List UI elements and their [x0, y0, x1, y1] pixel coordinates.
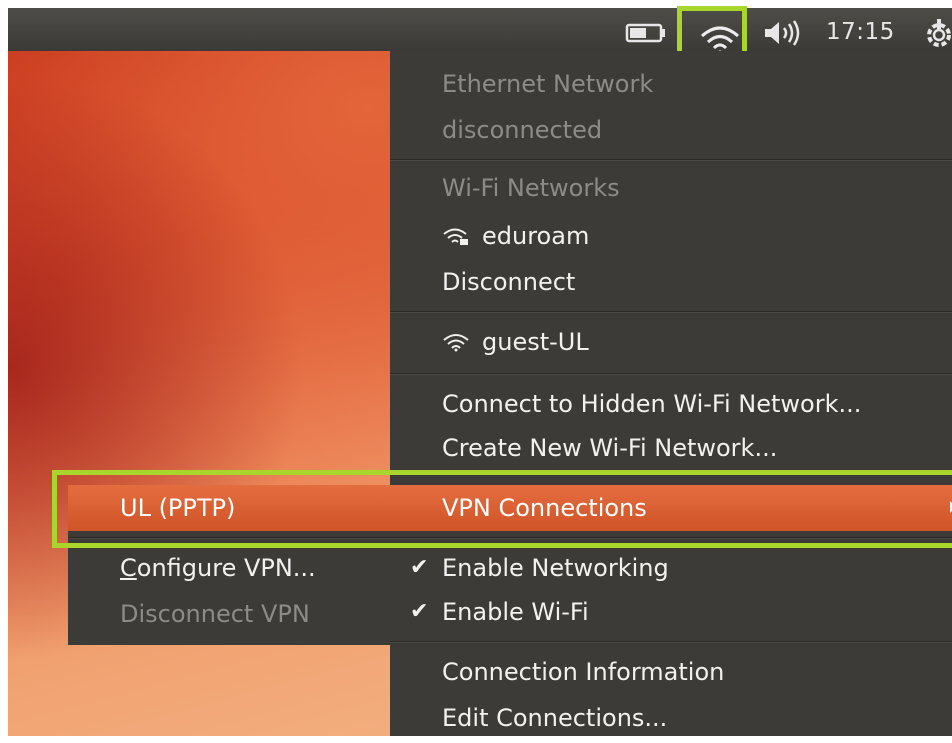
power-gear-icon[interactable] — [921, 18, 952, 50]
configure-vpn-label: onfigure VPN... — [136, 554, 316, 582]
network-name: guest-UL — [482, 328, 589, 356]
configure-vpn-item[interactable]: Configure VPN... — [68, 545, 390, 591]
network-item-eduroam[interactable]: eduroam — [390, 213, 952, 259]
clock[interactable]: 17:15 — [826, 19, 895, 45]
enable-wifi-item[interactable]: ✔ Enable Wi-Fi — [390, 589, 952, 635]
separator — [390, 311, 952, 313]
battery-icon[interactable] — [625, 20, 669, 46]
network-name: eduroam — [482, 222, 590, 250]
connection-information-item[interactable]: Connection Information — [390, 649, 952, 695]
enable-networking-label: Enable Networking — [442, 554, 669, 582]
create-new-network-item[interactable]: Create New Wi-Fi Network... — [390, 425, 952, 471]
separator — [390, 641, 952, 643]
ethernet-header: Ethernet Network — [442, 70, 654, 98]
network-item-guest-ul[interactable]: guest-UL — [390, 319, 952, 365]
edit-connections-item[interactable]: Edit Connections... — [390, 695, 952, 741]
wifi-networks-header: Wi-Fi Networks — [442, 174, 620, 202]
wifi-icon — [443, 334, 469, 352]
enable-networking-item[interactable]: ✔ Enable Networking — [390, 545, 952, 591]
top-panel: 17:15 — [8, 8, 952, 56]
enable-wifi-label: Enable Wi-Fi — [442, 598, 589, 626]
disconnect-vpn-item: Disconnect VPN — [120, 600, 310, 628]
wifi-secured-icon — [443, 228, 468, 245]
checkmark-icon: ✔ — [410, 599, 429, 624]
volume-icon[interactable] — [761, 18, 809, 48]
separator — [390, 159, 952, 161]
connect-hidden-network-item[interactable]: Connect to Hidden Wi-Fi Network... — [390, 381, 952, 427]
separator — [390, 373, 952, 375]
ethernet-status: disconnected — [442, 116, 603, 144]
mnemonic-letter: C — [120, 554, 137, 582]
network-menu: Ethernet Network disconnected Wi-Fi Netw… — [390, 51, 952, 736]
vpn-row-highlight — [52, 470, 952, 548]
disconnect-item[interactable]: Disconnect — [390, 259, 952, 305]
checkmark-icon: ✔ — [410, 555, 429, 580]
